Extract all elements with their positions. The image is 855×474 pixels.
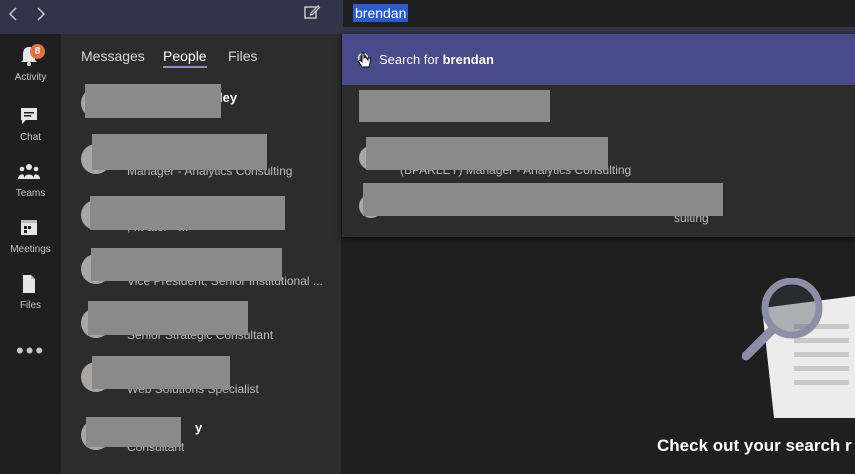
chat-icon — [21, 108, 37, 124]
suggestion-person[interactable] — [342, 85, 855, 133]
activity-badge: 8 — [30, 44, 45, 59]
redacted-block — [359, 90, 550, 122]
rail-label-chat: Chat — [19, 132, 42, 143]
redacted-block — [92, 134, 267, 170]
search-illustration-icon — [742, 278, 855, 418]
search-for-label: Search for brendan — [379, 52, 494, 67]
suggestion-person[interactable]: (BPARLEY) Manager - Analytics Consulting — [342, 135, 855, 183]
rail-item-chat[interactable]: Chat — [0, 98, 61, 150]
calendar-icon — [21, 220, 37, 235]
tab-people[interactable]: People — [163, 48, 207, 68]
teams-icon — [18, 164, 40, 179]
search-for-term: brendan — [442, 52, 494, 67]
redacted-block — [363, 183, 723, 216]
redacted-block — [91, 248, 282, 281]
redacted-block — [92, 356, 230, 389]
title-bar: brendan — [0, 0, 855, 34]
search-results-panel: Messages People Files ley Manager - Anal… — [61, 34, 341, 474]
rail-label-activity: Activity — [14, 72, 47, 83]
search-suggestions-dropdown: Search for brendan (BPARLEY) Manager - A… — [342, 34, 855, 237]
rail-item-teams[interactable]: Teams — [0, 154, 61, 206]
rail-label-files: Files — [19, 300, 42, 311]
rail-label-meetings: Meetings — [10, 244, 51, 255]
rail-item-meetings[interactable]: Meetings — [0, 210, 61, 262]
search-for-prefix: Search for — [379, 52, 439, 67]
person-result[interactable]: Vice President, Senior Institutional ... — [61, 248, 341, 296]
more-apps-button[interactable]: ••• — [16, 338, 45, 364]
person-result[interactable]: Manager - Analytics Consulting — [61, 134, 341, 186]
rail-item-files[interactable]: Files — [0, 266, 61, 318]
search-query-text: brendan — [353, 4, 409, 22]
file-icon — [23, 275, 35, 293]
empty-state-message: Check out your search r — [657, 436, 852, 455]
rail-label-teams: Teams — [15, 188, 46, 199]
back-arrow-icon[interactable] — [6, 6, 20, 22]
compose-icon[interactable] — [303, 3, 321, 21]
redacted-block — [88, 301, 248, 335]
redacted-block — [366, 137, 608, 170]
person-result[interactable]: Senior Strategic Consultant — [61, 301, 341, 350]
forward-arrow-icon[interactable] — [34, 6, 48, 22]
person-result[interactable]: y Consultant — [61, 414, 341, 462]
app-rail: 8 Activity Chat Teams Meetings Files ••• — [0, 34, 61, 474]
rail-item-activity[interactable]: 8 Activity — [0, 38, 61, 90]
suggestion-person[interactable]: sulting — [342, 183, 855, 231]
tab-files[interactable]: Files — [228, 48, 258, 64]
redacted-block — [90, 196, 285, 230]
tab-messages[interactable]: Messages — [81, 48, 145, 64]
person-name: y — [195, 420, 203, 435]
person-result[interactable]: Web Solutions Specialist — [61, 356, 341, 404]
redacted-block — [85, 84, 221, 118]
search-input[interactable]: brendan — [343, 0, 855, 27]
search-for-suggestion[interactable]: Search for brendan — [342, 34, 855, 85]
person-result[interactable]: ley — [61, 82, 341, 130]
person-result[interactable]: , ... ator - ... — [61, 194, 341, 242]
person-name: ley — [219, 90, 238, 105]
hand-cursor-icon — [357, 52, 371, 68]
redacted-block — [86, 417, 181, 447]
